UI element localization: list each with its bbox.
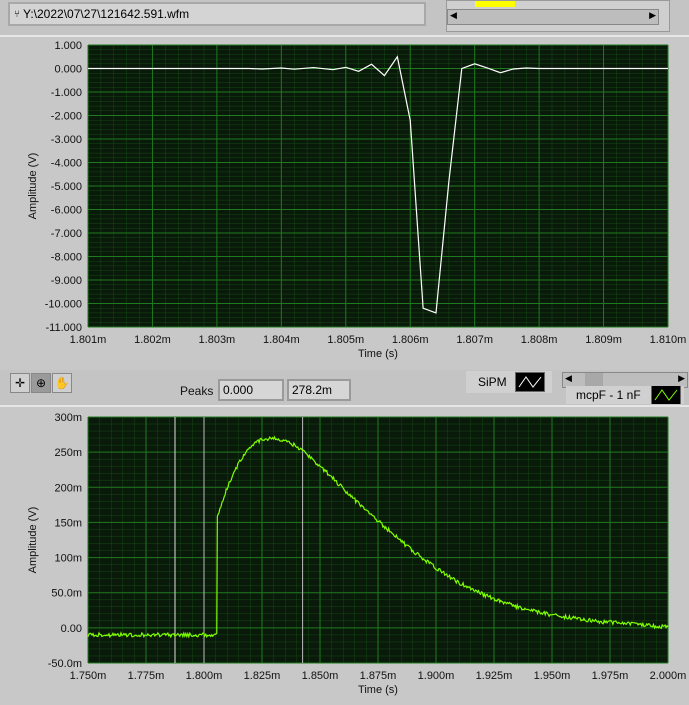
y-tick-label: -9.000 — [51, 275, 82, 287]
x-tick-label: 1.775m — [128, 670, 165, 682]
x-tick-label: 1.803m — [199, 334, 236, 346]
y-tick-label: -5.000 — [51, 181, 82, 193]
x-axis-label: Time (s) — [358, 684, 398, 696]
y-tick-label: -7.000 — [51, 228, 82, 240]
scroll-left-icon[interactable]: ◀ — [450, 10, 457, 21]
y-tick-label: 150m — [54, 517, 82, 529]
green-line-icon — [651, 386, 681, 404]
x-tick-label: 1.750m — [70, 670, 107, 682]
scroll-thumb[interactable] — [585, 373, 603, 387]
table-scrollbar[interactable]: ◀ ▶ — [447, 9, 659, 25]
y-tick-label: 250m — [54, 447, 82, 459]
zoom-tool-icon[interactable]: ⊕ — [31, 373, 51, 393]
x-tick-label: 1.875m — [360, 670, 397, 682]
y-tick-label: 200m — [54, 482, 82, 494]
y-tick-label: 0.000 — [54, 64, 82, 76]
y-tick-label: -50.0m — [48, 658, 82, 670]
x-tick-label: 1.810m — [650, 334, 687, 346]
y-tick-label: 50.0m — [51, 588, 82, 600]
y-tick-label: -1.000 — [51, 87, 82, 99]
x-tick-label: 2.000m — [650, 670, 687, 682]
x-tick-label: 1.801m — [70, 334, 107, 346]
y-axis-label: Amplitude (V) — [27, 153, 39, 220]
x-tick-label: 1.802m — [134, 334, 171, 346]
x-tick-label: 1.925m — [476, 670, 513, 682]
file-path-display[interactable]: ⑂ Y:\2022\07\27\121642.591.wfm — [8, 2, 426, 26]
x-tick-label: 1.806m — [392, 334, 429, 346]
x-tick-label: 1.975m — [592, 670, 629, 682]
x-tick-label: 1.950m — [534, 670, 571, 682]
pan-hand-icon[interactable]: ✋ — [52, 373, 72, 393]
path-icon: ⑂ — [14, 9, 20, 20]
file-path-text: Y:\2022\07\27\121642.591.wfm — [23, 7, 189, 21]
y-tick-label: 100m — [54, 553, 82, 565]
y-tick-label: 1.000 — [54, 40, 82, 52]
x-tick-label: 1.805m — [327, 334, 364, 346]
scroll-right-icon[interactable]: ▶ — [649, 10, 656, 21]
scroll-left-icon[interactable]: ◀ — [565, 373, 572, 384]
legend-mcp[interactable]: mcpF - 1 nF — [566, 386, 684, 404]
legend-mcp-label: mcpF - 1 nF — [576, 388, 641, 402]
y-tick-label: 300m — [54, 412, 82, 424]
cursor-tool-icon[interactable]: ✛ — [10, 373, 30, 393]
table-cell-highlight — [475, 1, 515, 7]
white-line-icon — [515, 372, 545, 392]
x-tick-label: 1.900m — [418, 670, 455, 682]
y-tick-label: -2.000 — [51, 111, 82, 123]
y-tick-label: -4.000 — [51, 158, 82, 170]
legend-sipm[interactable]: SiPM — [466, 371, 552, 393]
table-control[interactable]: ◀ ▶ — [446, 0, 670, 32]
y-tick-label: -8.000 — [51, 252, 82, 264]
x-axis-label: Time (s) — [358, 348, 398, 360]
y-tick-label: -3.000 — [51, 134, 82, 146]
scroll-right-icon[interactable]: ▶ — [678, 373, 685, 384]
top-waveform-graph[interactable]: 1.801m 1.802m 1.803m 1.804m 1.805m 1.806m 1.80… — [0, 35, 689, 368]
y-tick-label: -10.000 — [45, 299, 82, 311]
y-tick-label: -6.000 — [51, 205, 82, 217]
graph-toolbar: ✛ ⊕ ✋ — [10, 373, 72, 393]
x-tick-label: 1.850m — [302, 670, 339, 682]
y-axis-label: Amplitude (V) — [27, 507, 39, 574]
x-tick-label: 1.804m — [263, 334, 300, 346]
y-tick-label: -11.000 — [46, 322, 83, 334]
legend-sipm-label: SiPM — [478, 375, 507, 389]
x-tick-label: 1.808m — [521, 334, 558, 346]
peaks-label: Peaks — [180, 384, 213, 398]
bottom-waveform-graph[interactable]: 1.750m 1.775m 1.800m 1.825m 1.850m 1.875m 1.90… — [0, 405, 689, 703]
x-tick-label: 1.807m — [456, 334, 493, 346]
x-tick-label: 1.800m — [186, 670, 223, 682]
y-tick-label: 0.00 — [61, 623, 82, 635]
x-tick-label: 1.809m — [585, 334, 622, 346]
peak-value-2: 278.2m — [287, 379, 351, 401]
x-tick-label: 1.825m — [244, 670, 281, 682]
peak-value-1: 0.000 — [218, 379, 284, 401]
